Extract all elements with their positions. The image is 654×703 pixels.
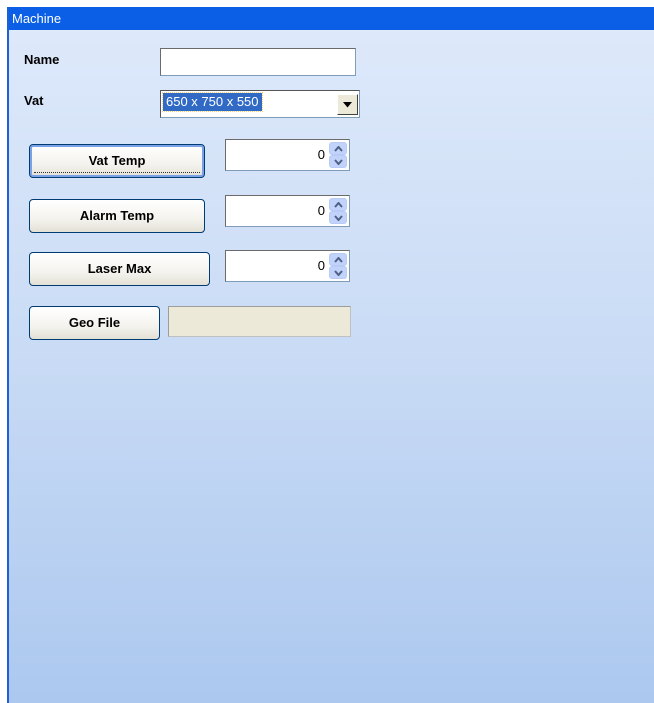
vat-temp-button[interactable]: Vat Temp	[29, 144, 205, 178]
vat-temp-button-label: Vat Temp	[88, 153, 146, 168]
geo-file-button-label: Geo File	[68, 315, 121, 330]
name-input[interactable]	[160, 48, 356, 76]
spinner-up-icon	[334, 202, 343, 208]
laser-max-value: 0	[317, 258, 325, 273]
name-label: Name	[24, 52, 60, 67]
geo-file-button[interactable]: Geo File	[29, 306, 160, 340]
spinner-down-icon	[334, 270, 343, 276]
vat-selected-value: 650 x 750 x 550	[162, 92, 263, 112]
alarm-temp-value: 0	[317, 203, 325, 218]
vat-temp-stepper[interactable]: 0	[225, 139, 350, 171]
spinner-down-icon	[334, 215, 343, 221]
alarm-temp-button[interactable]: Alarm Temp	[29, 199, 205, 233]
laser-max-stepper[interactable]: 0	[225, 250, 350, 282]
vat-temp-down-button[interactable]	[329, 155, 347, 168]
laser-max-down-button[interactable]	[329, 266, 347, 279]
alarm-temp-stepper[interactable]: 0	[225, 195, 350, 227]
vat-temp-value: 0	[317, 147, 325, 162]
alarm-temp-up-button[interactable]	[329, 198, 347, 211]
chevron-down-icon	[343, 102, 352, 108]
vat-dropdown-button[interactable]	[337, 94, 358, 115]
laser-max-button[interactable]: Laser Max	[29, 252, 210, 286]
laser-max-up-button[interactable]	[329, 253, 347, 266]
spinner-up-icon	[334, 257, 343, 263]
alarm-temp-button-label: Alarm Temp	[79, 208, 155, 223]
laser-max-button-label: Laser Max	[87, 261, 152, 276]
vat-select[interactable]: 650 x 750 x 550	[160, 90, 360, 118]
vat-label: Vat	[24, 93, 44, 108]
panel-title: Machine	[9, 7, 654, 30]
spinner-down-icon	[334, 159, 343, 165]
geo-file-path-field	[168, 306, 351, 337]
machine-panel: Machine Name Vat 650 x 750 x 550 Vat Tem…	[7, 7, 654, 703]
spinner-up-icon	[334, 146, 343, 152]
vat-temp-up-button[interactable]	[329, 142, 347, 155]
focus-indicator	[34, 172, 200, 173]
alarm-temp-down-button[interactable]	[329, 211, 347, 224]
